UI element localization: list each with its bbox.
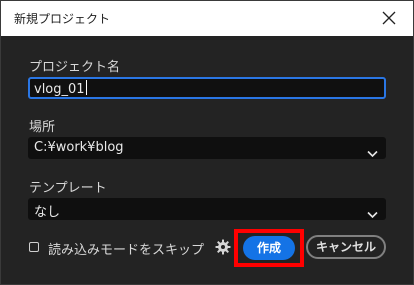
text-caret (85, 80, 87, 95)
template-label: テンプレート (29, 181, 107, 196)
skip-import-checkbox[interactable] (29, 242, 39, 252)
project-name-label: プロジェクト名 (29, 60, 121, 75)
dialog-content: プロジェクト名 vlog_01 場所 C:¥work¥blog テンプレート な… (1, 36, 413, 284)
template-value: なし (34, 205, 61, 220)
location-label: 場所 (29, 120, 56, 135)
template-select[interactable]: なし (28, 198, 386, 220)
highlight-box (234, 229, 304, 267)
project-name-value-wrap: vlog_01 (34, 80, 87, 97)
gear-icon[interactable] (215, 239, 231, 255)
title-bar: 新規プロジェクト (1, 1, 413, 36)
project-name-value: vlog_01 (34, 82, 85, 97)
skip-import-label[interactable]: 読み込みモードをスキップ (48, 239, 204, 258)
chevron-down-icon (367, 204, 378, 223)
chevron-down-icon (367, 143, 378, 162)
location-select[interactable]: C:¥work¥blog (28, 137, 386, 159)
location-value: C:¥work¥blog (34, 140, 124, 155)
cancel-button[interactable]: キャンセル (306, 235, 386, 259)
close-icon[interactable] (379, 8, 399, 28)
project-name-input[interactable]: vlog_01 (28, 77, 386, 99)
dialog-title: 新規プロジェクト (14, 12, 111, 26)
new-project-dialog: 新規プロジェクト プロジェクト名 vlog_01 場所 C:¥work¥blog… (0, 0, 414, 285)
